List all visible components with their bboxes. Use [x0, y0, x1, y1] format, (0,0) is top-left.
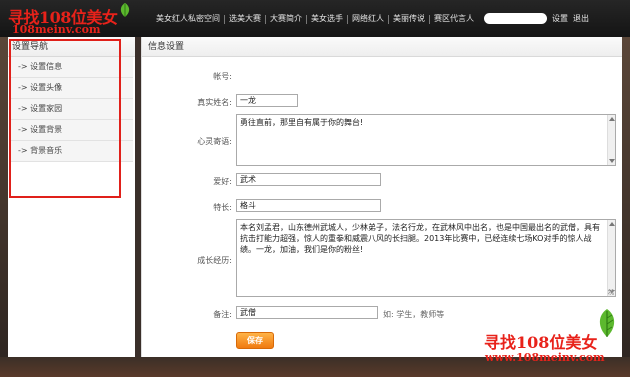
nav-spokespersons[interactable]: 赛区代言人 — [430, 12, 478, 26]
leaf-icon — [599, 309, 615, 337]
real-name-label: 真实姓名: — [197, 98, 232, 107]
leaf-icon — [120, 3, 130, 17]
save-button[interactable]: 保存 — [236, 332, 274, 349]
note-hint: 如: 学生，教师等 — [383, 310, 445, 319]
background-left — [0, 37, 8, 377]
history-label: 成长经历: — [197, 256, 232, 265]
main-nav: 美女红人私密空间 选美大赛 大赛简介 美女选手 网络红人 美丽传说 赛区代言人 — [152, 12, 478, 26]
motto-textarea[interactable]: 勇往直前，那里自有属于你的舞台! — [236, 114, 616, 166]
history-scrollbar[interactable] — [607, 220, 615, 296]
specialty-label: 特长: — [213, 203, 232, 212]
note-label: 备注: — [213, 310, 232, 319]
top-navbar: 寻找108位美女 108meinv.com 美女红人私密空间 选美大赛 大赛简介… — [0, 0, 630, 37]
panel-title: 信息设置 — [142, 37, 622, 57]
specialty-input[interactable]: 格斗 — [236, 199, 381, 212]
annotation-highlight — [9, 39, 121, 198]
nav-private-space[interactable]: 美女红人私密空间 — [152, 12, 224, 26]
nav-contest-intro[interactable]: 大赛简介 — [266, 12, 306, 26]
note-input[interactable]: 武僧 — [236, 306, 378, 319]
account-label: 帐号: — [213, 72, 232, 81]
motto-label: 心灵寄语: — [197, 137, 232, 146]
motto-text: 勇往直前，那里自有属于你的舞台! — [240, 118, 364, 127]
nav-web-celebrities[interactable]: 网络红人 — [348, 12, 388, 26]
settings-link[interactable]: 设置 — [552, 12, 568, 26]
real-name-input[interactable]: 一龙 — [236, 94, 298, 107]
motto-scrollbar[interactable] — [607, 115, 615, 165]
hobby-input[interactable]: 武术 — [236, 173, 381, 186]
history-textarea[interactable]: 本名刘孟君，山东德州武城人，少林弟子，法名行龙，在武林风中出名，也是中国最出名的… — [236, 219, 616, 297]
resize-handle-icon[interactable] — [608, 289, 614, 295]
nav-contest[interactable]: 选美大赛 — [225, 12, 265, 26]
nav-legends[interactable]: 美丽传说 — [389, 12, 429, 26]
watermark-title: 寻找108位美女 — [484, 333, 598, 352]
nav-contestants[interactable]: 美女选手 — [307, 12, 347, 26]
watermark-url: www.108meinv.com — [485, 351, 605, 364]
hobby-label: 爱好: — [213, 177, 232, 186]
username-redacted[interactable] — [484, 13, 547, 24]
user-links: 设置 退出 — [552, 12, 594, 26]
logout-link[interactable]: 退出 — [573, 12, 589, 26]
background-right — [622, 37, 630, 377]
history-text: 本名刘孟君，山东德州武城人，少林弟子，法名行龙，在武林风中出名，也是中国最出名的… — [240, 223, 600, 254]
logo-url[interactable]: 108meinv.com — [12, 23, 101, 36]
